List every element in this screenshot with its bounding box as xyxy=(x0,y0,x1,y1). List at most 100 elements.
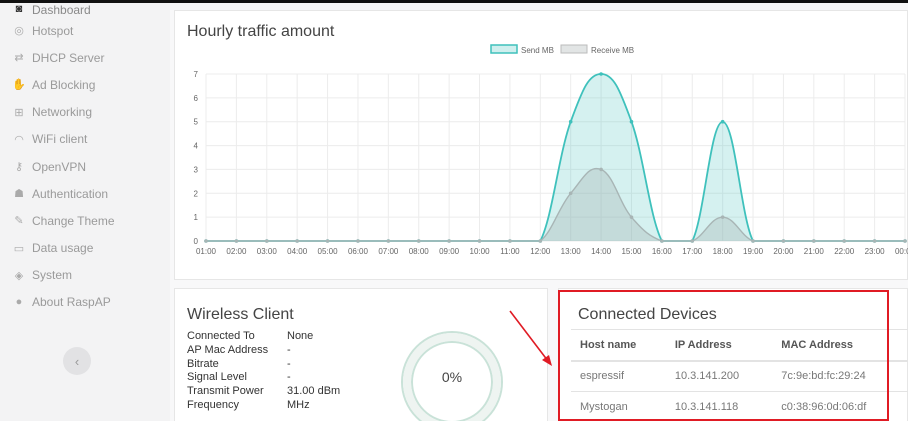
sidebar-item-label: Data usage xyxy=(32,241,94,256)
sidebar-item-ad-blocking[interactable]: ✋ Ad Blocking xyxy=(0,71,170,98)
traffic-card: Hourly traffic amount 0 1 2 3 4 5 6 7 01:00 02:00… xyxy=(174,10,908,280)
hand-icon: ✋ xyxy=(12,79,26,92)
sidebar-item-label: WiFi client xyxy=(32,132,88,147)
x-tick-label: 10:00 xyxy=(470,247,491,256)
sidebar-item-wifi-client[interactable]: ◠ WiFi client xyxy=(0,126,170,153)
data-point xyxy=(477,239,482,243)
x-tick-label: 16:00 xyxy=(652,247,673,256)
x-tick-label: 06:00 xyxy=(348,247,369,256)
sidebar-item-label: Networking xyxy=(32,105,93,120)
data-point xyxy=(538,239,543,243)
x-tick-label: 17:00 xyxy=(682,247,703,256)
data-point xyxy=(508,239,512,243)
gauge-value: 0% xyxy=(441,369,463,385)
info-value: MHz xyxy=(287,398,310,411)
info-key: AP Mac Address xyxy=(187,343,269,356)
data-point xyxy=(903,239,907,243)
users-icon: ☗ xyxy=(14,188,24,201)
sidebar-item-change-theme[interactable]: ✎ Change Theme xyxy=(0,207,170,234)
info-value: 31.00 dBm xyxy=(287,385,341,398)
x-tick-label: 04:00 xyxy=(287,247,308,256)
x-tick-label: 23:00 xyxy=(865,247,886,256)
y-tick-label: 6 xyxy=(194,94,199,103)
x-tick-label: 21:00 xyxy=(804,247,825,256)
data-point xyxy=(356,239,360,243)
highlight-box xyxy=(558,290,889,421)
data-point xyxy=(447,239,451,243)
info-row: Frequency MHz xyxy=(187,399,340,413)
sidebar-item-data-usage[interactable]: ▭ Data usage xyxy=(0,235,170,262)
info-key: Transmit Power xyxy=(187,385,264,398)
data-point xyxy=(660,239,664,243)
x-tick-label: 02:00 xyxy=(226,247,247,256)
info-value: - xyxy=(287,343,291,356)
data-point xyxy=(629,119,634,124)
legend-label: Receive MB xyxy=(591,46,634,55)
exchange-icon: ⇄ xyxy=(14,52,24,65)
x-tick-label: 13:00 xyxy=(561,247,582,256)
data-point xyxy=(325,239,330,243)
data-point xyxy=(599,167,603,172)
x-tick-label: 03:00 xyxy=(257,247,278,256)
data-point xyxy=(781,239,786,243)
y-tick-label: 4 xyxy=(194,142,199,151)
data-point xyxy=(872,239,877,243)
dashboard-icon: ◙ xyxy=(15,3,23,15)
legend-label: Send MB xyxy=(521,46,554,55)
y-tick-label: 7 xyxy=(194,70,199,79)
info-icon: ● xyxy=(15,296,23,309)
sidebar: ◙ Dashboard ◎ Hotspot ⇄ DHCP Server ✋ Ad Blo… xyxy=(0,0,170,421)
sidebar-item-hotspot[interactable]: ◎ Hotspot xyxy=(0,17,170,44)
traffic-card-title: Hourly traffic amount xyxy=(187,23,335,40)
y-tick-label: 5 xyxy=(194,118,199,127)
chevron-left-icon: ‹ xyxy=(74,353,80,369)
sidebar-item-label: DHCP Server xyxy=(32,50,105,65)
data-point xyxy=(690,239,695,243)
x-tick-label: 07:00 xyxy=(378,247,399,256)
x-tick-label: 05:00 xyxy=(318,247,339,256)
info-value: None xyxy=(287,330,314,342)
x-tick-label: 15:00 xyxy=(621,247,642,256)
data-point xyxy=(720,215,725,219)
sidebar-item-label: OpenVPN xyxy=(32,159,87,174)
info-row: Signal Level - xyxy=(187,371,340,385)
data-point xyxy=(416,239,421,243)
network-icon: ⊞ xyxy=(14,106,24,119)
x-tick-label: 00:00 xyxy=(895,247,908,256)
x-tick-label: 19:00 xyxy=(743,247,764,256)
x-tick-label: 08:00 xyxy=(409,247,430,256)
chart-icon: ▭ xyxy=(13,242,25,255)
y-tick-label: 3 xyxy=(194,165,199,174)
sidebar-item-about[interactable]: ● About RaspAP xyxy=(0,289,170,316)
x-tick-label: 14:00 xyxy=(591,247,612,256)
data-point xyxy=(568,191,573,196)
y-tick-label: 1 xyxy=(194,213,199,222)
sidebar-item-dhcp-server[interactable]: ⇄ DHCP Server xyxy=(0,44,170,71)
data-point xyxy=(842,239,847,243)
data-point xyxy=(295,239,299,243)
info-row: Transmit Power 31.00 dBm xyxy=(187,385,340,399)
wifi-icon: ◠ xyxy=(14,133,24,146)
sidebar-collapse-button[interactable]: ‹ xyxy=(63,347,91,375)
data-point xyxy=(264,239,269,243)
info-row: Bitrate - xyxy=(187,358,340,372)
sidebar-nav: ◙ Dashboard ◎ Hotspot ⇄ DHCP Server ✋ Ad Blo… xyxy=(0,3,170,316)
info-key: Frequency xyxy=(187,398,239,411)
sidebar-item-openvpn[interactable]: ⚷ OpenVPN xyxy=(0,153,170,180)
info-value: - xyxy=(287,357,291,370)
sidebar-item-dashboard[interactable]: ◙ Dashboard xyxy=(0,3,170,17)
sidebar-item-system[interactable]: ◈ System xyxy=(0,262,170,289)
sidebar-item-label: Dashboard xyxy=(32,3,91,17)
y-tick-label: 2 xyxy=(194,189,199,198)
x-tick-label: 01:00 xyxy=(196,247,217,256)
sidebar-item-networking[interactable]: ⊞ Networking xyxy=(0,99,170,126)
sidebar-item-authentication[interactable]: ☗ Authentication xyxy=(0,180,170,207)
data-point xyxy=(812,239,816,243)
data-point xyxy=(234,239,239,243)
sidebar-item-label: System xyxy=(32,268,73,283)
x-tick-label: 11:00 xyxy=(500,247,520,256)
signal-gauge: 0% xyxy=(397,327,507,421)
cube-icon: ◈ xyxy=(14,269,24,282)
wireless-card-title: Wireless Client xyxy=(187,306,294,323)
sidebar-item-label: Ad Blocking xyxy=(32,77,96,92)
